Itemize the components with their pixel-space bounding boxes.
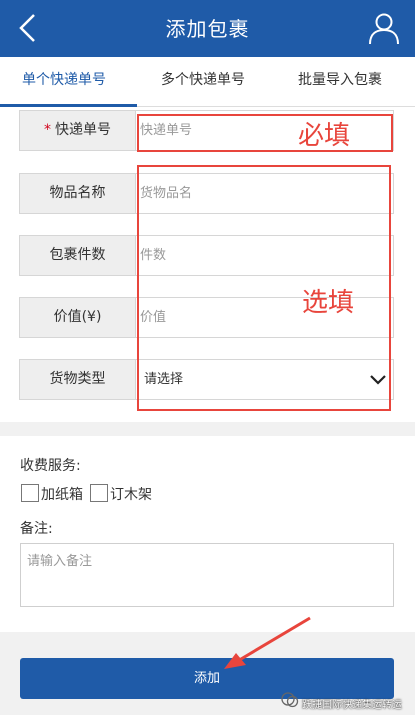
- carton-label[interactable]: 加纸箱: [41, 484, 83, 504]
- required-mark: *: [44, 122, 51, 138]
- tab-multiple-tracking[interactable]: 多个快递单号: [161, 69, 245, 89]
- required-annotation-box: [137, 114, 393, 152]
- page-title: 添加包裹: [165, 17, 250, 41]
- note-label: 备注:: [20, 521, 53, 537]
- wooden-frame-checkbox[interactable]: [90, 484, 108, 502]
- optional-annotation-text: 选填: [302, 288, 355, 318]
- watermark-text: 跃捷国际快递集运转运: [302, 700, 402, 711]
- carton-checkbox[interactable]: [21, 484, 39, 502]
- wechat-logo-icon: [281, 692, 299, 708]
- tracking-number-label: * 快递单号: [19, 110, 136, 151]
- value-label: 价值(¥): [19, 297, 136, 338]
- package-count-label: 包裹件数: [19, 235, 136, 276]
- user-icon[interactable]: [367, 11, 401, 45]
- add-button[interactable]: 添加: [20, 658, 394, 699]
- tab-single-tracking[interactable]: 单个快递单号: [22, 69, 106, 89]
- tracking-number-label-text: 快递单号: [55, 122, 111, 138]
- wooden-frame-label[interactable]: 订木架: [110, 484, 152, 504]
- tab-batch-import[interactable]: 批量导入包裹: [298, 69, 382, 89]
- required-annotation-text: 必填: [298, 121, 351, 151]
- active-tab-indicator: [0, 104, 137, 107]
- note-textarea[interactable]: 请输入备注: [20, 543, 394, 607]
- tab-bar: 单个快递单号 多个快递单号 批量导入包裹: [0, 57, 415, 107]
- cargo-type-label: 货物类型: [19, 359, 136, 400]
- red-arrow-annotation: [224, 616, 311, 669]
- item-name-label: 物品名称: [19, 173, 136, 214]
- services-label: 收费服务:: [20, 458, 81, 474]
- section-divider: [0, 422, 415, 436]
- app-header: 添加包裹: [0, 0, 415, 57]
